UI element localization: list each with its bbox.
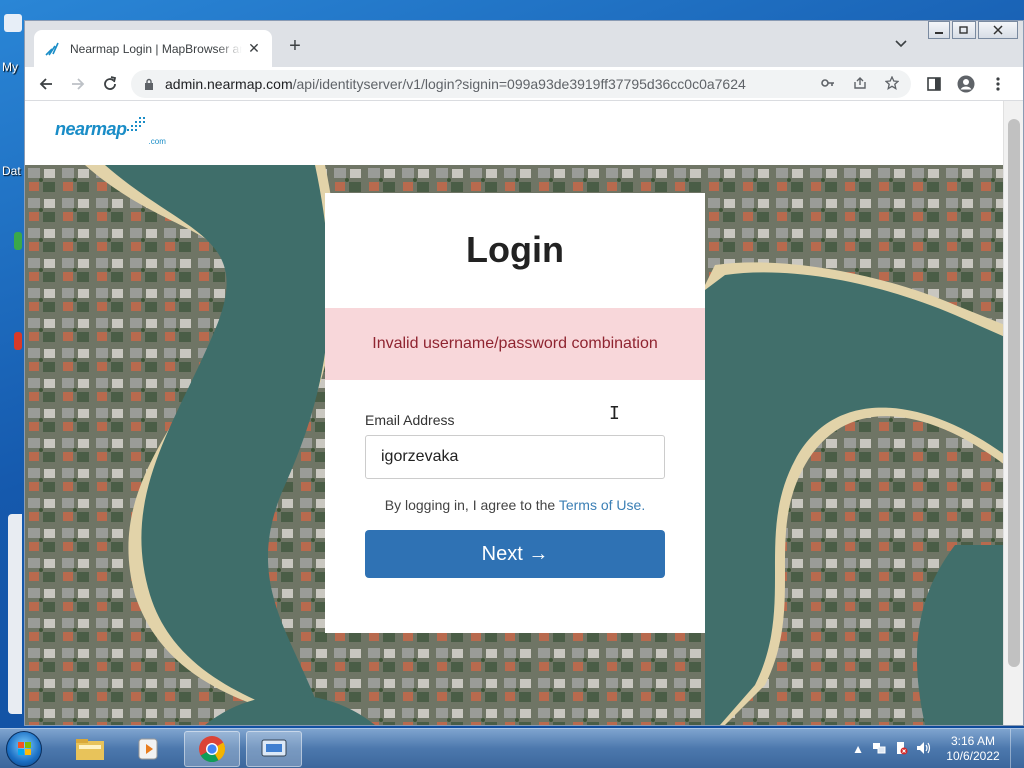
scrollbar-thumb[interactable] xyxy=(1008,119,1020,667)
show-desktop-button[interactable] xyxy=(1010,729,1024,768)
taskbar-explorer[interactable] xyxy=(62,731,118,767)
arrow-right-icon xyxy=(72,78,85,90)
url-path: /api/identityserver/v1/login?signin=099a… xyxy=(292,76,746,92)
show-hidden-icons-icon[interactable]: ▲ xyxy=(852,742,864,756)
remote-desktop-icon xyxy=(261,739,287,757)
page-header: nearmap .com xyxy=(25,101,1005,165)
clock-date: 10/6/2022 xyxy=(946,749,1000,763)
start-button[interactable] xyxy=(6,731,42,767)
taskbar: ▲ 3:16 AM 10/6/2022 xyxy=(0,728,1024,768)
next-button[interactable]: Next → xyxy=(365,530,665,578)
menu-button[interactable] xyxy=(987,73,1009,95)
tab-title: Nearmap Login | MapBrowser and xyxy=(70,41,242,56)
nearmap-logo[interactable]: nearmap .com xyxy=(55,117,166,146)
url-host: admin.nearmap.com xyxy=(165,76,293,92)
login-card: Login Invalid username/password combinat… xyxy=(325,193,705,633)
desktop-icon-label[interactable]: My xyxy=(2,60,18,74)
background-window-edge xyxy=(8,514,22,714)
system-tray: ▲ 3:16 AM 10/6/2022 xyxy=(852,729,1024,768)
arrow-left-icon xyxy=(39,78,52,90)
browser-toolbar: admin.nearmap.com/api/identityserver/v1/… xyxy=(25,67,1023,101)
reload-button[interactable] xyxy=(99,73,121,95)
browser-window: Nearmap Login | MapBrowser and ✕ + admin… xyxy=(24,20,1024,726)
desktop-app-icon[interactable] xyxy=(14,232,22,250)
close-window-button[interactable] xyxy=(978,21,1018,39)
terms-of-use-link[interactable]: Terms of Use. xyxy=(559,497,645,513)
tab-strip: Nearmap Login | MapBrowser and ✕ + xyxy=(25,21,1023,67)
lock-icon[interactable] xyxy=(143,78,155,90)
text-cursor-icon: I xyxy=(609,403,620,424)
terms-prefix: By logging in, I agree to the xyxy=(384,497,559,513)
bookmark-star-icon[interactable] xyxy=(884,75,900,93)
clock[interactable]: 3:16 AM 10/6/2022 xyxy=(940,734,1006,764)
media-player-icon xyxy=(138,738,158,760)
kebab-menu-icon xyxy=(996,77,1000,91)
back-button[interactable] xyxy=(35,73,57,95)
restore-button[interactable] xyxy=(952,21,976,39)
tab-nearmap-login[interactable]: Nearmap Login | MapBrowser and ✕ xyxy=(34,30,272,67)
forward-button[interactable] xyxy=(67,73,89,95)
tab-search-icon[interactable] xyxy=(895,37,907,51)
tab-close-icon[interactable]: ✕ xyxy=(246,40,262,57)
reload-icon xyxy=(104,76,117,90)
taskbar-media-player[interactable] xyxy=(122,731,178,767)
desktop-icon-label[interactable]: Dat xyxy=(2,164,21,178)
computer-icon[interactable] xyxy=(4,14,22,32)
url-text: admin.nearmap.com/api/identityserver/v1/… xyxy=(165,76,746,92)
nearmap-favicon-icon xyxy=(44,41,60,57)
address-bar[interactable]: admin.nearmap.com/api/identityserver/v1/… xyxy=(131,70,911,98)
logo-suffix: .com xyxy=(148,137,166,146)
error-alert: Invalid username/password combination xyxy=(325,308,705,380)
minimize-button[interactable] xyxy=(928,21,950,39)
terms-text: By logging in, I agree to the Terms of U… xyxy=(325,497,705,513)
page-viewport: nearmap .com Login Invalid username/pass… xyxy=(25,101,1005,725)
side-panel-button[interactable] xyxy=(923,73,945,95)
new-tab-button[interactable]: + xyxy=(283,35,307,58)
logo-grid-icon xyxy=(126,117,145,131)
side-panel-icon xyxy=(927,77,941,91)
taskbar-chrome[interactable] xyxy=(184,731,240,767)
desktop-app-icon[interactable] xyxy=(14,332,22,350)
chrome-icon xyxy=(199,736,226,763)
profile-avatar-icon xyxy=(957,75,975,93)
network-icon[interactable] xyxy=(872,741,886,758)
logo-text: nearmap xyxy=(55,119,127,139)
email-field[interactable] xyxy=(365,435,665,479)
profile-button[interactable] xyxy=(955,73,977,95)
key-icon[interactable] xyxy=(821,76,835,93)
action-center-icon[interactable] xyxy=(894,741,908,758)
clock-time: 3:16 AM xyxy=(950,734,996,748)
error-message: Invalid username/password combination xyxy=(372,335,658,352)
windows-logo-icon xyxy=(18,742,31,755)
share-icon[interactable] xyxy=(853,76,867,93)
volume-icon[interactable] xyxy=(916,741,932,758)
login-title: Login xyxy=(466,229,564,270)
email-label: Email Address xyxy=(365,412,455,428)
taskbar-remote-desktop[interactable] xyxy=(246,731,302,767)
folder-icon xyxy=(76,739,104,760)
vertical-scrollbar[interactable] xyxy=(1003,101,1023,725)
